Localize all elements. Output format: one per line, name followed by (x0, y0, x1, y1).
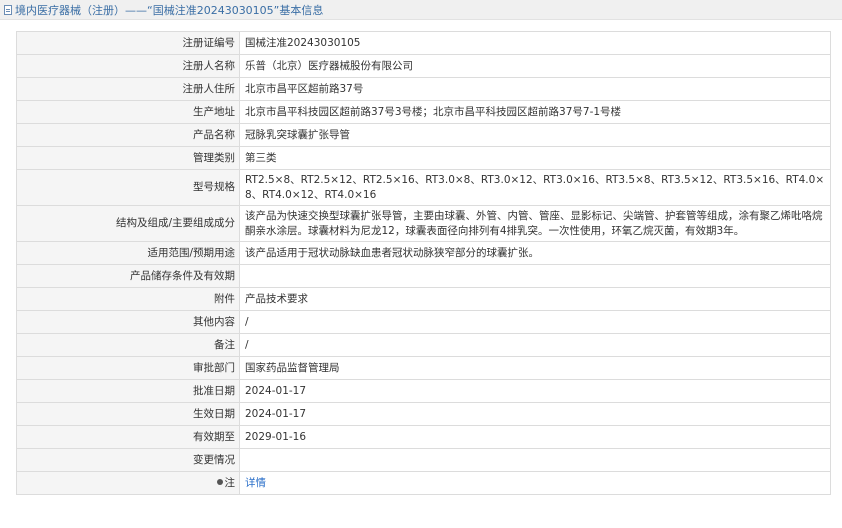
row-value-registration-number: 国械注准20243030105 (239, 31, 831, 55)
row-value-change-history (239, 448, 831, 472)
registration-info-table: 注册证编号 国械注准20243030105 注册人名称 乐普（北京）医疗器械股份… (16, 31, 831, 495)
row-value-effective-date: 2024-01-17 (239, 402, 831, 426)
table-row: 生效日期 2024-01-17 (16, 402, 831, 426)
row-label-model-spec: 型号规格 (16, 169, 240, 206)
table-row: 有效期至 2029-01-16 (16, 425, 831, 449)
row-value-attachment: 产品技术要求 (239, 287, 831, 311)
table-row: 注 详情 (16, 471, 831, 495)
row-label-other-content: 其他内容 (16, 310, 240, 334)
table-row: 产品储存条件及有效期 (16, 264, 831, 288)
row-value-model-spec: RT2.5×8、RT2.5×12、RT2.5×16、RT3.0×8、RT3.0×… (239, 169, 831, 206)
row-label-remarks: 备注 (16, 333, 240, 357)
table-row: 注册人住所 北京市昌平区超前路37号 (16, 77, 831, 101)
table-row: 附件 产品技术要求 (16, 287, 831, 311)
document-icon (4, 5, 12, 15)
row-label-structure-composition: 结构及组成/主要组成成分 (16, 205, 240, 242)
row-value-registrant-name: 乐普（北京）医疗器械股份有限公司 (239, 54, 831, 78)
row-label-approval-department: 审批部门 (16, 356, 240, 380)
page-title-text: 境内医疗器械（注册）——“国械注准20243030105”基本信息 (15, 4, 324, 17)
row-label-registrant-address: 注册人住所 (16, 77, 240, 101)
row-value-approval-department: 国家药品监督管理局 (239, 356, 831, 380)
row-value-approval-date: 2024-01-17 (239, 379, 831, 403)
row-label-production-address: 生产地址 (16, 100, 240, 124)
row-label-intended-use: 适用范围/预期用途 (16, 241, 240, 265)
table-row: 备注 / (16, 333, 831, 357)
table-row: 批准日期 2024-01-17 (16, 379, 831, 403)
page-title: 境内医疗器械（注册）——“国械注准20243030105”基本信息 (4, 2, 323, 18)
row-label-registration-number: 注册证编号 (16, 31, 240, 55)
note-label: 注 (224, 476, 236, 489)
pin-icon (216, 478, 223, 485)
row-value-valid-until: 2029-01-16 (239, 425, 831, 449)
page-header: 境内医疗器械（注册）——“国械注准20243030105”基本信息 (0, 0, 842, 20)
row-value-production-address: 北京市昌平科技园区超前路37号3号楼；北京市昌平科技园区超前路37号7-1号楼 (239, 100, 831, 124)
table-row: 审批部门 国家药品监督管理局 (16, 356, 831, 380)
details-link[interactable]: 详情 (245, 477, 266, 489)
table-row: 其他内容 / (16, 310, 831, 334)
row-value-other-content: / (239, 310, 831, 334)
table-row: 注册证编号 国械注准20243030105 (16, 31, 831, 55)
row-value-remarks: / (239, 333, 831, 357)
row-value-management-class: 第三类 (239, 146, 831, 170)
row-label-registrant-name: 注册人名称 (16, 54, 240, 78)
table-row: 适用范围/预期用途 该产品适用于冠状动脉缺血患者冠状动脉狭窄部分的球囊扩张。 (16, 241, 831, 265)
row-value-intended-use: 该产品适用于冠状动脉缺血患者冠状动脉狭窄部分的球囊扩张。 (239, 241, 831, 265)
row-label-attachment: 附件 (16, 287, 240, 311)
row-value-note: 详情 (239, 471, 831, 495)
row-label-note: 注 (16, 471, 240, 495)
table-row: 产品名称 冠脉乳突球囊扩张导管 (16, 123, 831, 147)
row-label-product-name: 产品名称 (16, 123, 240, 147)
row-value-structure-composition: 该产品为快速交换型球囊扩张导管，主要由球囊、外管、内管、管座、显影标记、尖端管、… (239, 205, 831, 242)
row-label-change-history: 变更情况 (16, 448, 240, 472)
row-label-valid-until: 有效期至 (16, 425, 240, 449)
row-label-effective-date: 生效日期 (16, 402, 240, 426)
row-label-storage-validity: 产品储存条件及有效期 (16, 264, 240, 288)
table-row: 管理类别 第三类 (16, 146, 831, 170)
table-row: 结构及组成/主要组成成分 该产品为快速交换型球囊扩张导管，主要由球囊、外管、内管… (16, 205, 831, 242)
table-row: 生产地址 北京市昌平科技园区超前路37号3号楼；北京市昌平科技园区超前路37号7… (16, 100, 831, 124)
row-label-management-class: 管理类别 (16, 146, 240, 170)
row-value-storage-validity (239, 264, 831, 288)
row-label-approval-date: 批准日期 (16, 379, 240, 403)
table-row: 注册人名称 乐普（北京）医疗器械股份有限公司 (16, 54, 831, 78)
row-value-product-name: 冠脉乳突球囊扩张导管 (239, 123, 831, 147)
table-row: 型号规格 RT2.5×8、RT2.5×12、RT2.5×16、RT3.0×8、R… (16, 169, 831, 206)
row-value-registrant-address: 北京市昌平区超前路37号 (239, 77, 831, 101)
table-row: 变更情况 (16, 448, 831, 472)
